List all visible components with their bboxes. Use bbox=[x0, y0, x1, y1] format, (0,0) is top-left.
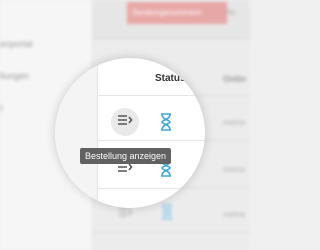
column-divider bbox=[55, 58, 98, 208]
sidebar-item-label: enportal bbox=[0, 39, 33, 49]
table-cell: meina bbox=[223, 210, 245, 219]
row-divider bbox=[98, 95, 205, 96]
tab-bar: Sendungsnummern Re bbox=[93, 0, 250, 39]
column-header-status: Status bbox=[155, 73, 186, 84]
row-divider bbox=[98, 188, 205, 189]
tab-re[interactable]: Re bbox=[220, 2, 270, 24]
sidebar-item-orders[interactable]: llungen bbox=[0, 71, 29, 81]
row-divider bbox=[93, 232, 250, 233]
list-action-icon bbox=[117, 113, 133, 131]
sidebar-item-other[interactable]: t bbox=[0, 103, 3, 113]
sidebar-item-portal[interactable]: enportal bbox=[0, 39, 33, 49]
column-header-online: Onlin bbox=[223, 74, 246, 84]
sidebar-item-label: llungen bbox=[0, 71, 30, 81]
sidebar-item-label: t bbox=[0, 103, 3, 113]
view-order-button[interactable] bbox=[111, 108, 139, 136]
hourglass-icon bbox=[159, 112, 173, 132]
tab-label: Re bbox=[225, 8, 236, 17]
table-cell: meina bbox=[223, 118, 245, 127]
tab-label: Sendungsnummern bbox=[132, 8, 202, 17]
row-divider bbox=[98, 140, 205, 141]
table-cell: meina bbox=[223, 165, 245, 174]
hourglass-icon bbox=[160, 203, 174, 221]
magnifier-lens: Status Onlin Bestellung anzeigen bbox=[55, 58, 205, 208]
tooltip: Bestellung anzeigen bbox=[80, 148, 172, 164]
tab-sendungsnummern[interactable]: Sendungsnummern bbox=[127, 2, 227, 24]
column-header-online: Onlin bbox=[197, 73, 205, 84]
